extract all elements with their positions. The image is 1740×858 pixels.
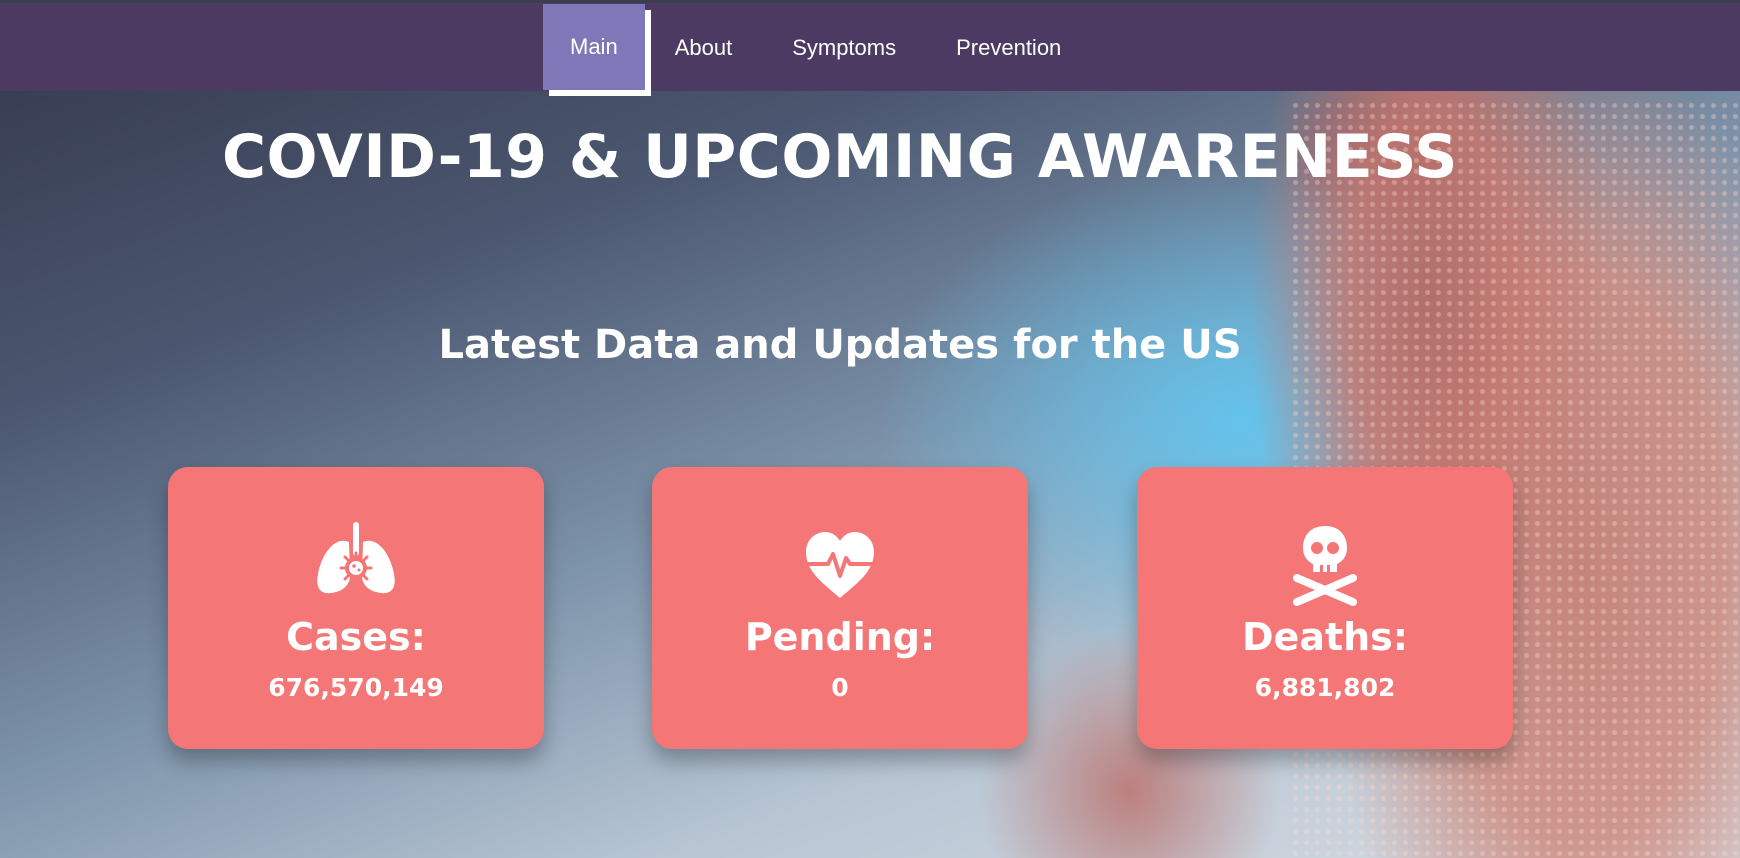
stat-value-pending: 0 [831, 673, 849, 702]
top-navigation: Main About Symptoms Prevention [0, 0, 1740, 91]
nav-items: Main About Symptoms Prevention [543, 4, 1091, 91]
stat-label-cases: Cases: [286, 615, 426, 659]
skull-crossbones-icon [1293, 526, 1357, 606]
stat-label-deaths: Deaths: [1242, 615, 1408, 659]
stat-card-cases: Cases: 676,570,149 [168, 467, 544, 749]
heartbeat-icon [806, 532, 874, 598]
page-title: COVID-19 & UPCOMING AWARENESS [221, 122, 1458, 192]
nav-item-prevention[interactable]: Prevention [926, 4, 1091, 91]
lungs-virus-icon [317, 522, 395, 594]
page-subtitle: Latest Data and Updates for the US [438, 322, 1242, 368]
nav-item-symptoms[interactable]: Symptoms [762, 4, 926, 91]
stat-value-deaths: 6,881,802 [1254, 673, 1396, 702]
nav-item-about[interactable]: About [645, 4, 763, 91]
nav-item-main[interactable]: Main [543, 4, 645, 90]
stat-label-pending: Pending: [744, 615, 936, 659]
stat-card-deaths: Deaths: 6,881,802 [1137, 467, 1513, 749]
stat-card-pending: Pending: 0 [652, 467, 1028, 749]
stat-value-cases: 676,570,149 [268, 673, 444, 702]
